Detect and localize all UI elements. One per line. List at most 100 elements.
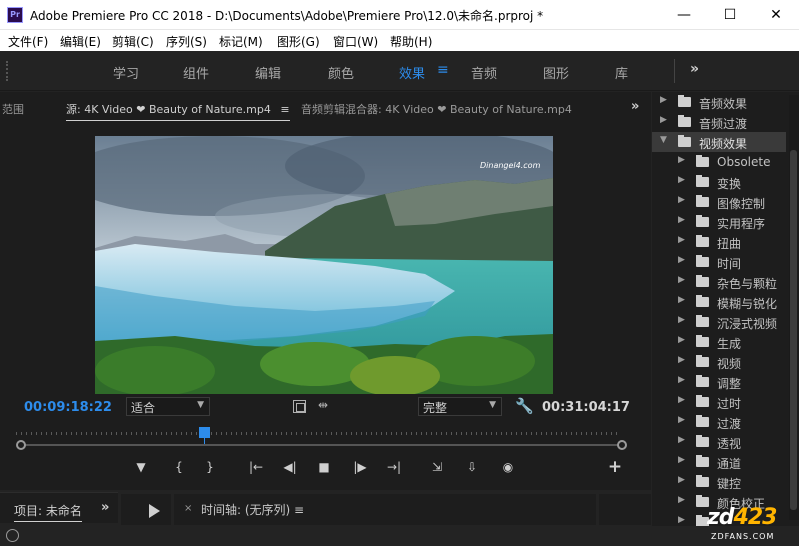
export-frame-camera-icon[interactable]: ◉ (498, 460, 518, 474)
chevron-right-icon[interactable]: ▶ (678, 435, 685, 445)
effects-tree-item[interactable]: ▶ 过时 (652, 392, 786, 412)
zoom-level-select[interactable]: 适合 ▼ (126, 397, 210, 416)
workspace-tab-libraries[interactable]: 库 (615, 63, 628, 82)
chevron-right-icon[interactable]: ▶ (678, 235, 685, 245)
safe-margins-icon[interactable] (293, 400, 306, 413)
status-indicator-icon[interactable] (6, 529, 19, 542)
overwrite-button[interactable]: ⇩ (462, 460, 482, 474)
chevron-right-icon[interactable]: ▶ (678, 295, 685, 305)
workspace-menu-icon[interactable]: ≡ (437, 62, 449, 78)
go-to-in-button[interactable]: |← (246, 460, 266, 474)
chevron-right-icon[interactable]: ▶ (678, 195, 685, 205)
panel-tabs-more-icon[interactable]: » (631, 99, 639, 114)
tab-project[interactable]: 项目: 未命名 (14, 502, 82, 522)
effects-tree-item[interactable]: ▶ 模糊与锐化 (652, 292, 786, 312)
minimize-button[interactable]: — (661, 0, 707, 30)
workspace-tab-editing[interactable]: 编辑 (255, 63, 281, 82)
menu-marker[interactable]: 标记(M) (219, 33, 263, 50)
tab-source-menu-icon[interactable]: ≡ (280, 103, 289, 116)
workspace-tab-color[interactable]: 颜色 (328, 63, 354, 82)
playhead-timecode[interactable]: 00:09:18:22 (24, 400, 112, 415)
chevron-right-icon[interactable]: ▶ (678, 415, 685, 425)
mark-in-button[interactable]: { (169, 460, 189, 474)
chevron-right-icon[interactable]: ▶ (678, 455, 685, 465)
effects-tree-item[interactable]: ▶ 透视 (652, 432, 786, 452)
chevron-right-icon[interactable]: ▶ (678, 255, 685, 265)
maximize-button[interactable]: ☐ (707, 0, 753, 30)
tab-timeline[interactable]: 时间轴: (无序列) ≡ (201, 501, 304, 518)
chevron-right-icon[interactable]: ▶ (660, 115, 667, 125)
effects-tree-item[interactable]: ▶ 时间 (652, 252, 786, 272)
chevron-right-icon[interactable]: ▶ (660, 95, 667, 105)
effects-tree-item[interactable]: ▶ 音频过渡 (652, 112, 786, 132)
zoom-scroll-bar[interactable] (21, 444, 623, 446)
menu-help[interactable]: 帮助(H) (390, 33, 432, 50)
close-button[interactable]: ✕ (753, 0, 799, 30)
effects-tree-item[interactable]: ▶ 生成 (652, 332, 786, 352)
chevron-right-icon[interactable]: ▶ (678, 395, 685, 405)
workspace-tab-effects[interactable]: 效果 (399, 63, 425, 82)
chevron-right-icon[interactable]: ▶ (678, 495, 685, 505)
effects-tree-item[interactable]: ▶ 沉浸式视频 (652, 312, 786, 332)
menu-edit[interactable]: 编辑(E) (60, 33, 101, 50)
panel-grip-icon[interactable] (6, 61, 8, 81)
selection-tool-icon[interactable] (149, 504, 160, 518)
zoom-handle-right[interactable] (617, 440, 627, 450)
effects-tree-item[interactable]: ▶ Obsolete (652, 152, 786, 172)
effects-tree-item[interactable]: ▶ 变换 (652, 172, 786, 192)
effects-scrollbar-thumb[interactable] (790, 150, 797, 510)
workspace-tab-graphics[interactable]: 图形 (543, 63, 569, 82)
effects-tree-item[interactable]: ▶ 键控 (652, 472, 786, 492)
step-forward-button[interactable]: |▶ (350, 460, 370, 474)
effects-tree-item[interactable]: ▶ 调整 (652, 372, 786, 392)
menu-file[interactable]: 文件(F) (8, 33, 48, 50)
add-marker-button[interactable]: ▼ (131, 460, 151, 474)
mark-out-button[interactable]: } (200, 460, 220, 474)
chevron-right-icon[interactable]: ▶ (678, 335, 685, 345)
playback-resolution-select[interactable]: 完整 ▼ (418, 397, 502, 416)
effects-tree-item[interactable]: ▶ 视频 (652, 352, 786, 372)
close-icon[interactable]: × (184, 503, 192, 514)
tab-audio-clip-mixer[interactable]: 音频剪辑混合器: 4K Video ❤ Beauty of Nature.mp4 (301, 101, 572, 117)
tab-range[interactable]: 范围 (2, 101, 24, 117)
go-to-out-button[interactable]: →| (384, 460, 404, 474)
workspace-tab-assembly[interactable]: 组件 (183, 63, 209, 82)
menu-graphics[interactable]: 图形(G) (277, 33, 320, 50)
time-ruler[interactable] (16, 429, 624, 437)
chevron-down-icon[interactable]: ▼ (660, 135, 667, 145)
effects-tree-item[interactable]: ▶ 音频效果 (652, 92, 786, 112)
zoom-handle-left[interactable] (16, 440, 26, 450)
insert-button[interactable]: ⇲ (427, 460, 447, 474)
effects-tree-item[interactable]: ▶ 过渡 (652, 412, 786, 432)
menu-sequence[interactable]: 序列(S) (166, 33, 207, 50)
project-more-icon[interactable]: » (101, 500, 109, 515)
chevron-right-icon[interactable]: ▶ (678, 275, 685, 285)
chevron-right-icon[interactable]: ▶ (678, 155, 685, 165)
effects-tree-item[interactable]: ▶ 杂色与颗粒 (652, 272, 786, 292)
menu-clip[interactable]: 剪辑(C) (112, 33, 154, 50)
effects-tree-item[interactable]: ▶ 通道 (652, 452, 786, 472)
button-editor-add-button[interactable]: + (605, 457, 625, 477)
chevron-right-icon[interactable]: ▶ (678, 175, 685, 185)
workspace-tab-learn[interactable]: 学习 (113, 63, 139, 82)
effects-tree-item[interactable]: ▶ 图像控制 (652, 192, 786, 212)
effects-tree-item[interactable]: ▶ 扭曲 (652, 232, 786, 252)
video-preview[interactable]: Dinangel4.com (95, 136, 553, 394)
stop-button[interactable]: ■ (314, 460, 334, 474)
chevron-right-icon[interactable]: ▶ (678, 475, 685, 485)
workspace-more-icon[interactable]: » (690, 61, 699, 77)
tab-source-monitor[interactable]: 源: 4K Video ❤ Beauty of Nature.mp4 ≡ (66, 101, 290, 121)
chevron-right-icon[interactable]: ▶ (678, 515, 685, 525)
chevron-right-icon[interactable]: ▶ (678, 355, 685, 365)
drag-video-only-icon[interactable]: ⇹ (318, 398, 328, 412)
ruler-tick (406, 432, 407, 435)
chevron-right-icon[interactable]: ▶ (678, 315, 685, 325)
effects-tree-item[interactable]: ▼ 视频效果 (652, 132, 786, 152)
workspace-tab-audio[interactable]: 音频 (471, 63, 497, 82)
wrench-settings-icon[interactable]: 🔧 (515, 397, 534, 415)
effects-tree-item[interactable]: ▶ 实用程序 (652, 212, 786, 232)
chevron-right-icon[interactable]: ▶ (678, 215, 685, 225)
menu-window[interactable]: 窗口(W) (333, 33, 378, 50)
step-back-button[interactable]: ◀| (280, 460, 300, 474)
chevron-right-icon[interactable]: ▶ (678, 375, 685, 385)
